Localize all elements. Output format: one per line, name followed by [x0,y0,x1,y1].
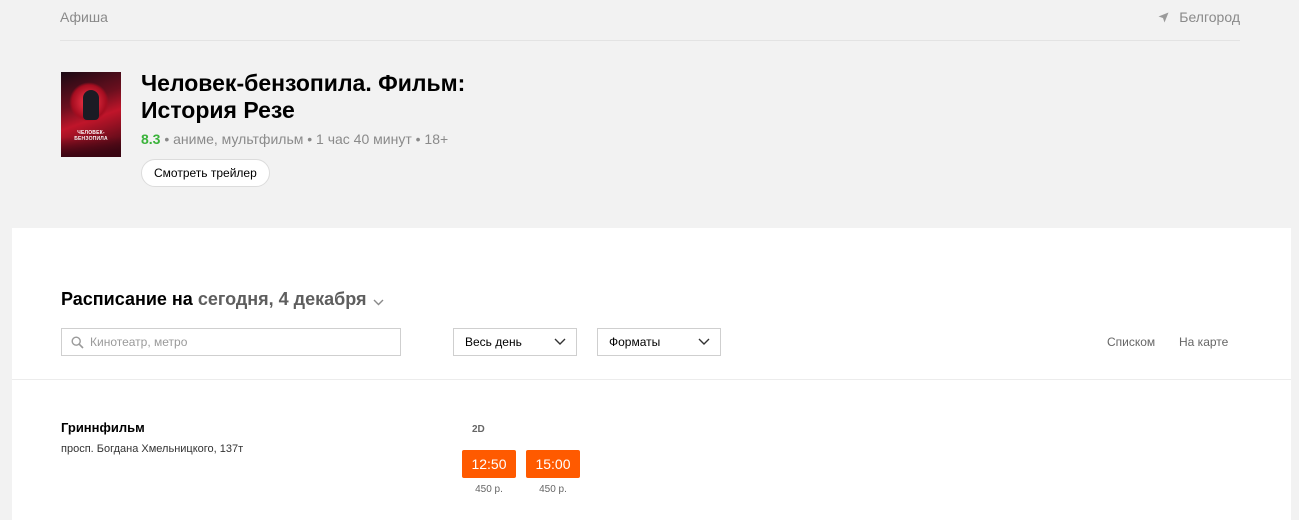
view-list-link[interactable]: Списком [1107,335,1155,349]
schedule-panel: Расписание на сегодня, 4 декабря Весь де… [12,228,1291,520]
schedule-title-prefix: Расписание на [61,288,193,309]
left-gutter [0,0,12,520]
format-filter-label: Форматы [609,335,661,349]
session-time-button[interactable]: 12:50 [462,450,516,478]
cinema-address: просп. Богдана Хмельницкого, 137т [61,443,244,455]
divider [12,379,1291,380]
location-arrow-icon [1158,12,1169,23]
session-format: 2D [472,424,485,435]
cinema-name[interactable]: Гриннфильм [61,420,145,435]
top-bar: Афиша Белгород [60,0,1240,41]
watch-trailer-button[interactable]: Смотреть трейлер [141,159,270,187]
session-price: 450 р. [539,484,567,495]
schedule-heading: Расписание на сегодня, 4 декабря [61,287,384,311]
movie-meta-details: • аниме, мультфильм • 1 час 40 минут • 1… [160,131,449,147]
format-filter-dropdown[interactable]: Форматы [597,328,721,356]
city-label: Белгород [1179,9,1240,25]
brand-link[interactable]: Афиша [60,9,108,25]
movie-title: Человек-бензопила. Фильм: История Резе [141,70,466,123]
session-price: 450 р. [475,484,503,495]
poster-title: ЧЕЛОВЕК-БЕНЗОПИЛА [74,130,107,142]
poster-shade [61,137,121,157]
cinema-search-input[interactable] [90,329,395,355]
session-time-button[interactable]: 15:00 [526,450,580,478]
cinema-search[interactable] [61,328,401,356]
time-filter-dropdown[interactable]: Весь день [453,328,577,356]
movie-poster[interactable]: ЧЕЛОВЕК-БЕНЗОПИЛА [61,72,121,157]
movie-meta: 8.3 • аниме, мультфильм • 1 час 40 минут… [141,131,448,147]
schedule-date-selector[interactable]: сегодня, 4 декабря [198,289,367,310]
poster-art-figure [83,90,99,120]
right-gutter [1291,0,1299,520]
view-map-link[interactable]: На карте [1179,335,1228,349]
time-filter-label: Весь день [465,335,522,349]
city-selector[interactable]: Белгород [1158,9,1240,25]
movie-rating: 8.3 [141,131,161,147]
chevron-down-icon[interactable] [373,290,384,311]
